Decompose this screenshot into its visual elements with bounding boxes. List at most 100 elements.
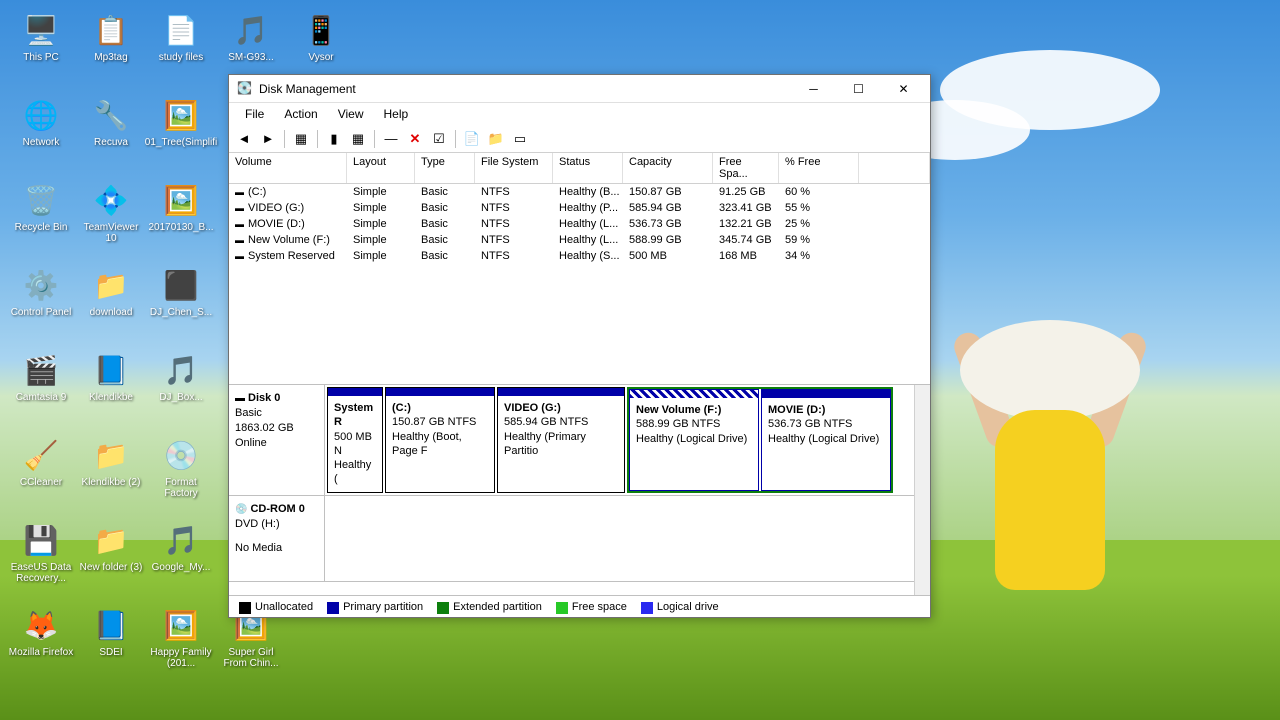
disk-label: Disk 0 (248, 392, 280, 404)
volume-row[interactable]: ▬(C:) SimpleBasic NTFSHealthy (B... 150.… (229, 184, 930, 200)
legend-label: Primary partition (343, 601, 423, 613)
volume-row[interactable]: ▬VIDEO (G:) SimpleBasic NTFSHealthy (P..… (229, 200, 930, 216)
partition[interactable]: VIDEO (G:)585.94 GB NTFSHealthy (Primary… (497, 387, 625, 493)
disk-status: Online (235, 436, 318, 451)
desktop-icon[interactable]: 📁New folder (3) (76, 518, 146, 603)
back-button[interactable]: ◄ (233, 128, 255, 150)
icon-label: Google_My... (152, 562, 211, 573)
column-header[interactable]: Free Spa... (713, 153, 779, 183)
desktop-icon[interactable]: 🎬Camtasia 9 (6, 348, 76, 433)
icon-label: Klendikbe (89, 392, 133, 403)
toolbar-icon[interactable]: — (380, 128, 402, 150)
menu-action[interactable]: Action (274, 105, 327, 123)
desktop-icon[interactable]: 🎵Google_My... (146, 518, 216, 603)
swatch-primary (327, 602, 339, 614)
partition-logical[interactable]: MOVIE (D:)536.73 GB NTFSHealthy (Logical… (761, 389, 891, 491)
partition[interactable]: System R500 MB NHealthy ( (327, 387, 383, 493)
disk-size: 1863.02 GB (235, 421, 318, 436)
desktop-icon[interactable]: 📄study files (146, 8, 216, 93)
icon-label: Happy Family (201... (148, 647, 214, 669)
toolbar-icon[interactable]: ▮ (323, 128, 345, 150)
desktop-icon[interactable]: 📘Klendikbe (76, 348, 146, 433)
icon-label: Recuva (94, 137, 128, 148)
desktop-icon[interactable]: 💠TeamViewer 10 (76, 178, 146, 263)
app-icon: 💽 (237, 81, 253, 97)
titlebar[interactable]: 💽 Disk Management ─ ☐ ✕ (229, 75, 930, 103)
delete-icon[interactable]: ✕ (404, 128, 426, 150)
icon-label: DJ_Chen_S... (150, 307, 212, 318)
column-header[interactable]: File System (475, 153, 553, 183)
desktop-icon[interactable]: 📘SDEI (76, 603, 146, 688)
desktop-icon[interactable]: 🖼️01_Tree(Simplifi (146, 93, 216, 178)
icon-image: 💾 (21, 520, 61, 560)
desktop-icon[interactable]: 🖼️20170130_B... (146, 178, 216, 263)
toolbar-icon[interactable]: ▦ (347, 128, 369, 150)
properties-icon[interactable]: ☑ (428, 128, 450, 150)
desktop-icon[interactable]: 🦊Mozilla Firefox (6, 603, 76, 688)
icon-image: 🎵 (231, 10, 271, 50)
disk-info[interactable]: 💿CD-ROM 0 DVD (H:) No Media (229, 496, 325, 581)
desktop-icon[interactable]: 🧹CCleaner (6, 433, 76, 518)
icon-label: This PC (23, 52, 59, 63)
desktop-icon[interactable]: 📁download (76, 263, 146, 348)
disk-type: Basic (235, 406, 318, 421)
icon-label: Network (23, 137, 60, 148)
desktop-icon[interactable]: 🌐 Network (6, 93, 76, 178)
separator (455, 130, 456, 148)
menu-view[interactable]: View (328, 105, 374, 123)
partition[interactable]: (C:)150.87 GB NTFSHealthy (Boot, Page F (385, 387, 495, 493)
toolbar-icon[interactable]: ▭ (509, 128, 531, 150)
desktop-icon[interactable]: 📋Mp3tag (76, 8, 146, 93)
desktop-icon[interactable]: 💿Format Factory (146, 433, 216, 518)
icon-label: 20170130_B... (148, 222, 213, 233)
desktop-icon[interactable]: 🖼️Happy Family (201... (146, 603, 216, 688)
toolbar-icon[interactable]: ▦ (290, 128, 312, 150)
column-header[interactable]: % Free (779, 153, 859, 183)
close-button[interactable]: ✕ (881, 76, 926, 102)
legend-label: Free space (572, 601, 627, 613)
separator (284, 130, 285, 148)
swatch-extended (437, 602, 449, 614)
icon-image: 📱 (301, 10, 341, 50)
icon-image: 💿 (161, 435, 201, 475)
legend-label: Extended partition (453, 601, 542, 613)
column-header[interactable]: Layout (347, 153, 415, 183)
icon-label: CCleaner (20, 477, 62, 488)
desktop-icon[interactable]: 📁Klendikbe (2) (76, 433, 146, 518)
forward-button[interactable]: ► (257, 128, 279, 150)
volume-row[interactable]: ▬MOVIE (D:) SimpleBasic NTFSHealthy (L..… (229, 216, 930, 232)
column-header[interactable]: Capacity (623, 153, 713, 183)
desktop-icon[interactable]: ⚙️Control Panel (6, 263, 76, 348)
icon-image: 🌐 (21, 95, 61, 135)
column-header[interactable]: Status (553, 153, 623, 183)
icon-image: ⚙️ (21, 265, 61, 305)
column-header[interactable]: Type (415, 153, 475, 183)
disk-info[interactable]: ▬Disk 0 Basic 1863.02 GB Online (229, 385, 325, 495)
icon-image: 🗑️ (21, 180, 61, 220)
desktop-icon[interactable]: 🎵DJ_Box... (146, 348, 216, 433)
volume-list[interactable]: VolumeLayoutTypeFile SystemStatusCapacit… (229, 153, 930, 385)
scrollbar[interactable] (914, 385, 930, 595)
desktop-icon[interactable]: 🖥️This PC (6, 8, 76, 93)
disk-row: 💿CD-ROM 0 DVD (H:) No Media (229, 496, 930, 582)
desktop-icon[interactable]: 🗑️Recycle Bin (6, 178, 76, 263)
disk-graphical-view[interactable]: ▬Disk 0 Basic 1863.02 GB Online System R… (229, 385, 930, 595)
column-header[interactable]: Volume (229, 153, 347, 183)
icon-label: TeamViewer 10 (78, 222, 144, 244)
menu-file[interactable]: File (235, 105, 274, 123)
maximize-button[interactable]: ☐ (836, 76, 881, 102)
toolbar-icon[interactable]: 📁 (485, 128, 507, 150)
partition-logical[interactable]: New Volume (F:)588.99 GB NTFSHealthy (Lo… (629, 389, 759, 491)
desktop-icon[interactable]: ⬛DJ_Chen_S... (146, 263, 216, 348)
swatch-logical (641, 602, 653, 614)
icon-image: 📋 (91, 10, 131, 50)
desktop-icon[interactable]: 🔧Recuva (76, 93, 146, 178)
volume-row[interactable]: ▬System Reserved SimpleBasic NTFSHealthy… (229, 248, 930, 264)
desktop-icon[interactable]: 💾EaseUS Data Recovery... (6, 518, 76, 603)
volume-row[interactable]: ▬New Volume (F:) SimpleBasic NTFSHealthy… (229, 232, 930, 248)
icon-image: 📁 (91, 265, 131, 305)
menu-help[interactable]: Help (374, 105, 419, 123)
toolbar-icon[interactable]: 📄 (461, 128, 483, 150)
icon-image: 🖼️ (161, 95, 201, 135)
minimize-button[interactable]: ─ (791, 76, 836, 102)
